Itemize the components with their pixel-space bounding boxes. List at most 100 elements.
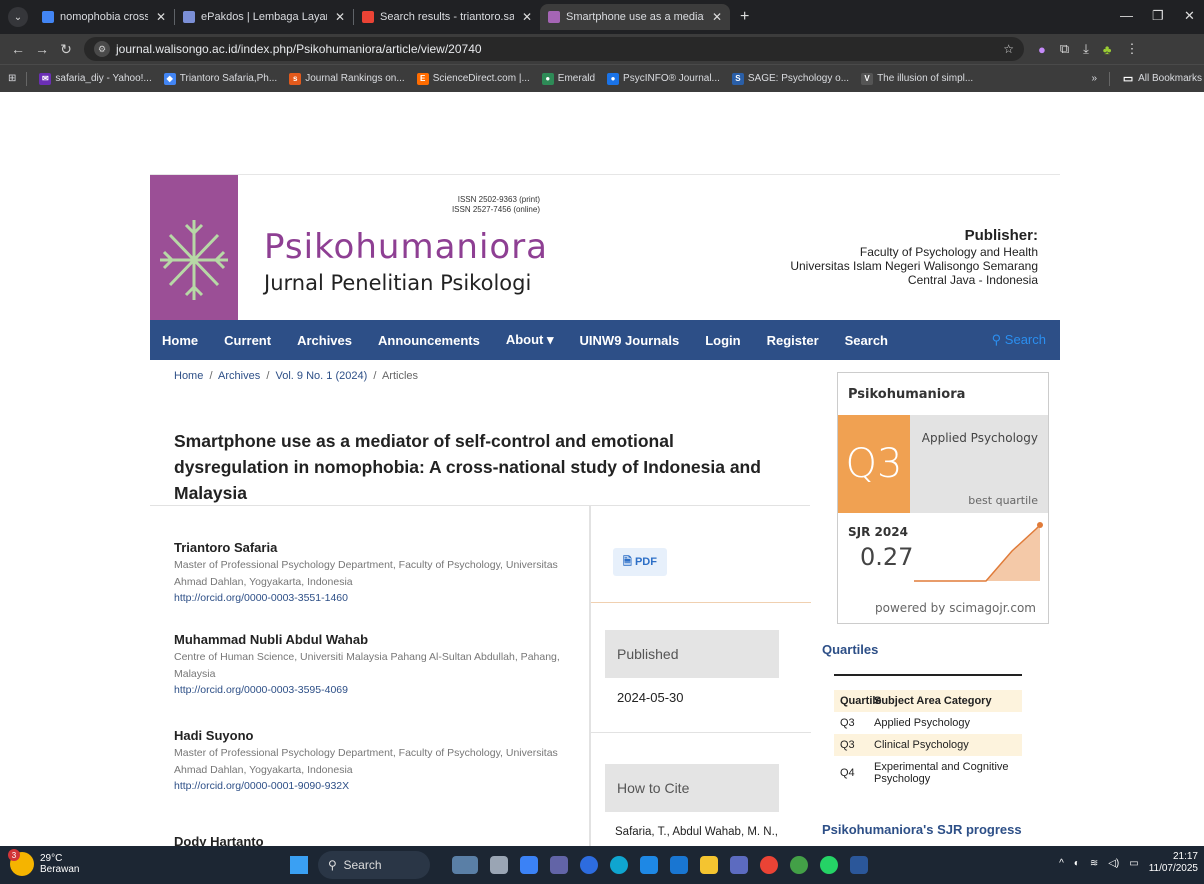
tab-nomophobia[interactable]: nomophobia cross national stu ✕ [34,4,174,30]
outlook-icon[interactable] [670,856,688,874]
close-icon[interactable]: ✕ [156,10,166,24]
breadcrumb-home[interactable]: Home [174,370,203,382]
tab-gmail[interactable]: Search results - triantoro.safari ✕ [354,4,540,30]
bookmark-star-icon[interactable]: ☆ [1003,42,1014,56]
restore-button[interactable]: ❐ [1152,8,1164,24]
task-view-icon[interactable] [490,856,508,874]
author-orcid-link[interactable]: http://orcid.org/0000-0001-9090-932X [174,779,574,794]
profile-icon[interactable]: ♣ [1103,42,1112,57]
wifi-icon[interactable]: ≋ [1090,858,1098,869]
author-name: Muhammad Nubli Abdul Wahab [174,632,369,647]
word-icon[interactable] [850,856,868,874]
bookmarks-bar: ⊞ ✉ safaria_diy - Yahoo!... ◆ Triantoro Sa… [0,64,1204,92]
site-info-icon[interactable]: ⚙ [94,41,110,57]
nav-announcements[interactable]: Announcements [378,333,480,348]
taskbar-search[interactable]: ⚲ Search [318,851,430,879]
back-icon[interactable]: ← [6,41,30,57]
document-icon [42,11,54,23]
main-navigation: Home Current Archives Announcements Abou… [150,320,1060,360]
bookmark-yahoo[interactable]: ✉ safaria_diy - Yahoo!... [39,72,152,85]
nav-login[interactable]: Login [705,333,740,348]
viber-icon[interactable] [730,856,748,874]
weather-widget[interactable]: 3 29°C Berawan [8,849,79,876]
file-explorer-icon[interactable] [700,856,718,874]
more-bookmarks-icon[interactable]: » [1092,73,1098,84]
new-tab-button[interactable]: + [740,8,749,26]
scimago-powered-by[interactable]: powered by scimagojr.com [875,601,1036,615]
whatsapp-icon[interactable] [820,856,838,874]
system-tray: ^ ◐ ≋ ◁) ▭ 21:17 11/07/2025 [1059,851,1198,875]
bookmark-illusion[interactable]: V The illusion of simpl... [861,72,973,85]
scimago-widget[interactable]: Psikohumaniora Q3 Applied Psychology bes… [837,372,1049,624]
close-icon[interactable]: ✕ [712,10,722,24]
windows-start-icon[interactable] [290,856,308,874]
nav-search[interactable]: Search [845,333,888,348]
journal-logo-icon[interactable] [150,175,238,321]
store-icon[interactable] [640,856,658,874]
journal-title-logo[interactable]: Psikohumaniora [264,227,548,267]
browser-chrome: ⌄ nomophobia cross national stu ✕ ePakdo… [0,0,1204,92]
edge-icon[interactable] [610,856,628,874]
download-icon[interactable]: ⤓ [1083,41,1089,57]
tab-search-dropdown[interactable]: ⌄ [8,7,28,27]
volume-icon[interactable]: ◁) [1108,858,1119,869]
battery-icon[interactable]: ▭ [1129,858,1138,869]
sjr-progress-heading: Psikohumaniora's SJR progress [822,822,1022,837]
search-link[interactable]: ⚲ Search [992,332,1046,348]
publisher-line: Universitas Islam Negeri Walisongo Semar… [790,259,1038,273]
teams-icon[interactable] [550,856,568,874]
address-bar[interactable]: ⚙ journal.walisongo.ac.id/index.php/Psik… [84,37,1024,61]
breadcrumb-issue[interactable]: Vol. 9 No. 1 (2024) [276,370,368,382]
reload-icon[interactable]: ↻ [54,41,78,58]
pdf-button[interactable]: 🗎 PDF [613,548,667,576]
all-bookmarks-button[interactable]: ▭ All Bookmarks [1122,73,1202,85]
how-to-cite-label: How to Cite [605,764,779,812]
nav-home[interactable]: Home [162,333,198,348]
apps-icon[interactable]: ⊞ [8,73,16,84]
bookmark-emerald[interactable]: ● Emerald [541,72,595,85]
copilot-icon[interactable] [520,856,538,874]
tab-smartphone-article[interactable]: Smartphone use as a mediator ✕ [540,4,730,30]
chrome-icon[interactable] [760,856,778,874]
breadcrumb-current: Articles [381,370,418,382]
close-icon[interactable]: ✕ [522,10,532,24]
extension-icon[interactable]: ● [1038,42,1046,57]
nav-current[interactable]: Current [224,333,271,348]
extensions-puzzle-icon[interactable]: ⧉ [1060,41,1069,57]
author-orcid-link[interactable]: http://orcid.org/0000-0003-3551-1460 [174,591,574,606]
breadcrumb-archives[interactable]: Archives [218,370,260,382]
publisher-line: Central Java - Indonesia [907,273,1038,287]
clock-time: 21:17 [1172,851,1198,862]
bookmark-sjr[interactable]: s Journal Rankings on... [289,72,405,85]
settings-app-icon[interactable] [580,856,598,874]
nav-archives[interactable]: Archives [297,333,352,348]
bookmark-sciencedirect[interactable]: E ScienceDirect.com |... [416,72,530,85]
nav-about[interactable]: About ▾ [506,332,554,348]
minimize-button[interactable]: — [1120,8,1133,23]
url-text[interactable]: journal.walisongo.ac.id/index.php/Psikoh… [116,42,482,56]
scimago-journal-name: Psikohumaniora [848,387,966,402]
close-icon[interactable]: ✕ [335,10,345,24]
publisher-label: Publisher: [964,227,1038,244]
folder-icon: ▭ [1122,73,1134,85]
forward-icon[interactable]: → [30,41,54,57]
citation-text: Safaria, T., Abdul Wahab, M. N., [615,826,778,838]
menu-icon[interactable]: ⋮ [1125,41,1138,57]
psycinfo-icon: ● [607,72,620,85]
bookmark-sage[interactable]: S SAGE: Psychology o... [731,72,849,85]
clock[interactable]: 21:17 11/07/2025 [1149,851,1198,875]
bookmark-psycinfo[interactable]: ● PsycINFO® Journal... [607,72,720,85]
chevron-up-icon[interactable]: ^ [1059,858,1064,869]
scimago-sjr-value: 0.27 [860,543,914,571]
tab-strip: ⌄ nomophobia cross national stu ✕ ePakdo… [0,0,1204,34]
author-orcid-link[interactable]: http://orcid.org/0000-0003-3595-4069 [174,683,574,698]
nav-uinw9-journals[interactable]: UINW9 Journals [580,333,680,348]
nav-register[interactable]: Register [767,333,819,348]
close-window-button[interactable]: ✕ [1184,8,1195,24]
app-green-icon[interactable] [790,856,808,874]
widget-app-icon[interactable] [452,856,478,874]
notification-badge: 3 [8,849,20,861]
bookmark-triantoro[interactable]: ◆ Triantoro Safaria,Ph... [163,72,277,85]
network-icon[interactable]: ◐ [1074,858,1080,869]
tab-epakdos[interactable]: ePakdos | Lembaga Layanan Pe ✕ [175,4,353,30]
